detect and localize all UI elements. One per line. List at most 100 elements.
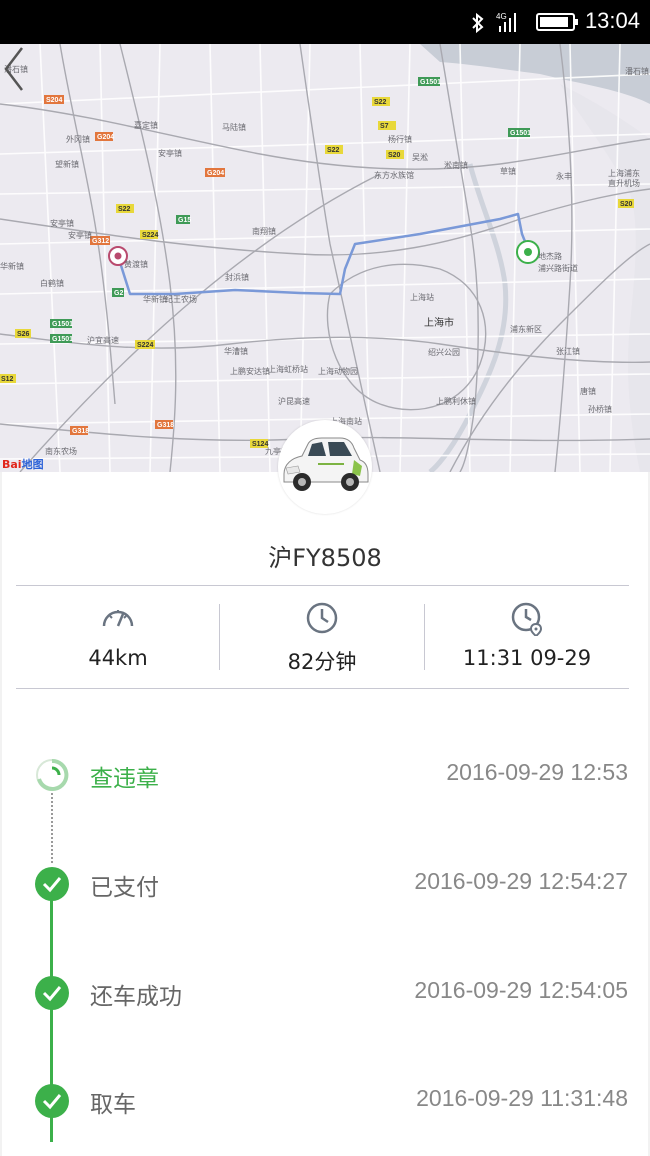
svg-text:S22: S22 xyxy=(374,99,387,106)
svg-text:嘉定镇: 嘉定镇 xyxy=(134,120,158,130)
svg-text:S7: S7 xyxy=(380,123,389,130)
timeline-item-pickup: 取车 2016-09-29 11:31:48 xyxy=(0,1081,650,1121)
svg-text:黄渡镇: 黄渡镇 xyxy=(124,259,148,269)
svg-text:浦兴路街道: 浦兴路街道 xyxy=(538,263,578,273)
route-map[interactable]: S204 G204 G312 G204 G1501 G1501 S22 S224… xyxy=(0,44,650,472)
timeline-connector-pending xyxy=(51,793,53,863)
svg-text:G204: G204 xyxy=(207,170,224,177)
svg-text:S204: S204 xyxy=(46,97,62,104)
timeline-time: 2016-09-29 12:54:05 xyxy=(414,977,628,1003)
check-circle-icon xyxy=(35,1084,69,1118)
divider-top xyxy=(16,585,629,586)
svg-text:上鹏安达镇: 上鹏安达镇 xyxy=(230,366,270,376)
stat-duration: 82分钟 xyxy=(220,600,424,676)
svg-text:吴淞: 吴淞 xyxy=(412,153,428,162)
timeline-time: 2016-09-29 12:54:27 xyxy=(414,868,628,894)
check-circle-icon xyxy=(35,976,69,1010)
svg-text:南东农场: 南东农场 xyxy=(45,446,77,456)
svg-text:唐镇: 唐镇 xyxy=(580,386,596,396)
svg-text:S22: S22 xyxy=(118,206,131,213)
bluetooth-icon xyxy=(472,12,484,34)
svg-text:张江镇: 张江镇 xyxy=(556,346,580,356)
svg-text:S22: S22 xyxy=(327,147,340,154)
svg-text:上鹏利休镇: 上鹏利休镇 xyxy=(436,396,476,406)
svg-text:G1501: G1501 xyxy=(52,321,73,328)
svg-text:S12: S12 xyxy=(1,376,14,383)
svg-text:孙桥镇: 孙桥镇 xyxy=(588,404,612,414)
stat-duration-value: 82分钟 xyxy=(287,650,357,674)
svg-text:G1501: G1501 xyxy=(52,336,73,343)
timeline-label: 还车成功 xyxy=(90,984,182,1010)
stat-start-time: 11:31 09-29 xyxy=(425,600,629,670)
svg-text:潘石镇: 潘石镇 xyxy=(625,66,649,76)
divider-bottom xyxy=(16,688,629,689)
svg-text:上海站: 上海站 xyxy=(410,292,434,302)
svg-text:G2: G2 xyxy=(114,290,123,297)
svg-text:华漕镇: 华漕镇 xyxy=(224,346,248,356)
license-plate: 沪FY8508 xyxy=(268,544,382,572)
map-canvas: S204 G204 G312 G204 G1501 G1501 S22 S224… xyxy=(0,44,650,472)
svg-text:S224: S224 xyxy=(142,232,158,239)
city-label: 上海市 xyxy=(424,316,454,329)
svg-text:永丰: 永丰 xyxy=(556,171,572,181)
svg-text:淞南镇: 淞南镇 xyxy=(444,160,468,170)
timeline-item-paid: 已支付 2016-09-29 12:54:27 xyxy=(0,864,650,904)
timeline-item-returned: 还车成功 2016-09-29 12:54:05 xyxy=(0,973,650,1013)
svg-text:华新镇: 华新镇 xyxy=(143,294,167,304)
signal-4g-icon: 4G xyxy=(496,12,516,32)
svg-text:马陆镇: 马陆镇 xyxy=(222,122,246,132)
svg-text:外冈镇: 外冈镇 xyxy=(66,134,90,144)
svg-text:4G: 4G xyxy=(496,12,507,21)
clock-location-icon xyxy=(511,602,543,638)
svg-text:S224: S224 xyxy=(137,342,153,349)
svg-text:直升机场: 直升机场 xyxy=(608,178,640,188)
svg-text:杨行镇: 杨行镇 xyxy=(388,134,412,144)
svg-text:望新镇: 望新镇 xyxy=(55,159,79,169)
svg-text:沪昆高速: 沪昆高速 xyxy=(278,396,310,406)
back-button[interactable] xyxy=(0,44,30,94)
svg-text:绍兴公园: 绍兴公园 xyxy=(428,347,460,357)
svg-text:S20: S20 xyxy=(388,152,401,159)
stat-distance: 44km xyxy=(16,600,220,670)
svg-text:浦东新区: 浦东新区 xyxy=(510,324,542,334)
stat-start-time-value: 11:31 09-29 xyxy=(462,646,592,670)
timeline-label: 已支付 xyxy=(90,875,159,901)
svg-text:封浜镇: 封浜镇 xyxy=(225,272,249,282)
svg-text:S20: S20 xyxy=(620,201,633,208)
battery-icon xyxy=(536,13,578,31)
svg-text:南翔镇: 南翔镇 xyxy=(252,226,276,236)
svg-text:安亭镇: 安亭镇 xyxy=(158,148,182,158)
svg-text:白鹤镇: 白鹤镇 xyxy=(40,278,64,288)
timeline-time: 2016-09-29 11:31:48 xyxy=(416,1085,628,1111)
svg-text:沪宜高速: 沪宜高速 xyxy=(87,335,119,345)
svg-text:G318: G318 xyxy=(72,428,89,435)
svg-text:G1501: G1501 xyxy=(420,79,441,86)
car-icon xyxy=(283,437,369,491)
svg-text:上海浦东: 上海浦东 xyxy=(608,168,640,178)
svg-text:S26: S26 xyxy=(17,331,30,338)
timeline-time: 2016-09-29 12:53 xyxy=(446,759,628,785)
svg-text:G1501: G1501 xyxy=(510,130,531,137)
svg-text:东方水族馆: 东方水族馆 xyxy=(374,170,414,180)
speedometer-icon xyxy=(102,610,134,627)
stat-distance-value: 44km xyxy=(88,646,148,670)
svg-text:地杰路: 地杰路 xyxy=(538,251,562,261)
svg-text:G312: G312 xyxy=(92,238,109,245)
svg-text:上海动物园: 上海动物园 xyxy=(318,366,358,376)
svg-text:草镇: 草镇 xyxy=(500,166,516,176)
svg-text:纪王农场: 纪王农场 xyxy=(165,294,197,304)
svg-text:华新镇: 华新镇 xyxy=(0,261,24,271)
timeline-label: 取车 xyxy=(90,1092,136,1118)
svg-text:G204: G204 xyxy=(97,134,114,141)
clock-icon xyxy=(306,602,338,634)
clock-time: 13:04 xyxy=(584,8,640,33)
timeline-item-violation-check[interactable]: 查违章 2016-09-29 12:53 xyxy=(0,755,650,795)
svg-text:安亭镇: 安亭镇 xyxy=(68,230,92,240)
car-avatar xyxy=(278,420,372,514)
status-bar: 4G 13:04 xyxy=(0,0,650,44)
check-circle-icon xyxy=(35,867,69,901)
svg-text:G15: G15 xyxy=(178,217,191,224)
baidu-map-logo: Bai地图 xyxy=(2,458,44,471)
timeline-label: 查违章 xyxy=(90,766,159,792)
svg-text:上海虹桥站: 上海虹桥站 xyxy=(268,364,308,374)
